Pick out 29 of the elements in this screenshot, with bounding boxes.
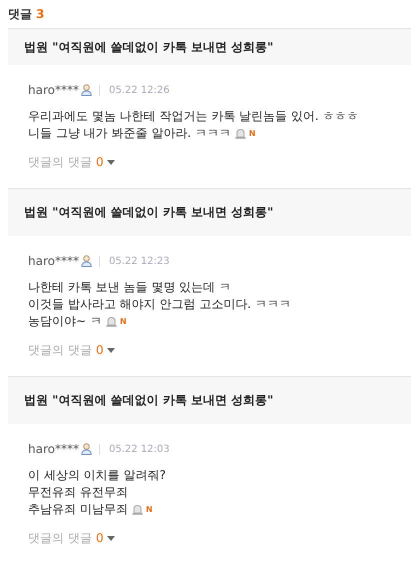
- user-icon: [80, 255, 92, 267]
- report-icon[interactable]: [132, 504, 143, 515]
- author-name: haro****: [28, 254, 79, 268]
- caret-icon: [107, 536, 116, 540]
- new-label: N: [146, 505, 153, 514]
- caret-icon: [107, 160, 116, 164]
- comment-text: 나한테 카톡 보낸 놈들 몇명 있는데 ㅋ 이것들 밥사라고 해야지 안그럼 고소미다. ㅋㅋㅋ: [28, 279, 291, 313]
- author-name: haro****: [28, 442, 79, 456]
- new-label: N: [248, 129, 256, 138]
- article-title[interactable]: 법원 "여직원에 쓸데없이 카톡 보내면 성희롱": [8, 377, 411, 424]
- report-icon[interactable]: [234, 128, 246, 139]
- article-title[interactable]: 법원 "여직원에 쓸데없이 카톡 보내면 성희롱": [8, 189, 411, 236]
- user-icon: [80, 443, 92, 455]
- comment-time: 05.22 12:23: [108, 256, 170, 266]
- report-icon[interactable]: [106, 316, 117, 327]
- comment-time: 05.22 12:26: [108, 84, 170, 96]
- new-label: N: [120, 317, 127, 326]
- article-title[interactable]: 법원 "여직원에 쓸데없이 카톡 보내면 성희롱": [8, 29, 411, 65]
- comment-text: 이 세상의 이치를 알려줘? 무전유죄 유전무죄: [28, 467, 166, 501]
- author-name: haro****: [28, 83, 79, 97]
- comment-count: 3: [36, 7, 44, 21]
- comment-text: 우리과에도 몇놈 나한테 작업거는 카톡 날린놈들 있어. ㅎㅎㅎ: [28, 108, 359, 125]
- comment-text: 니들 그냥 내가 봐준줄 알아라. ㅋㅋㅋ: [28, 125, 231, 142]
- caret-icon: [107, 348, 116, 352]
- user-icon: [80, 84, 92, 96]
- comment-time: 05.22 12:03: [108, 444, 170, 454]
- comment-text: 추남유죄 미남무죄: [28, 501, 128, 518]
- comments-heading: 댓글: [8, 6, 32, 22]
- comment-text: 농담이야~ ㅋ: [28, 313, 102, 330]
